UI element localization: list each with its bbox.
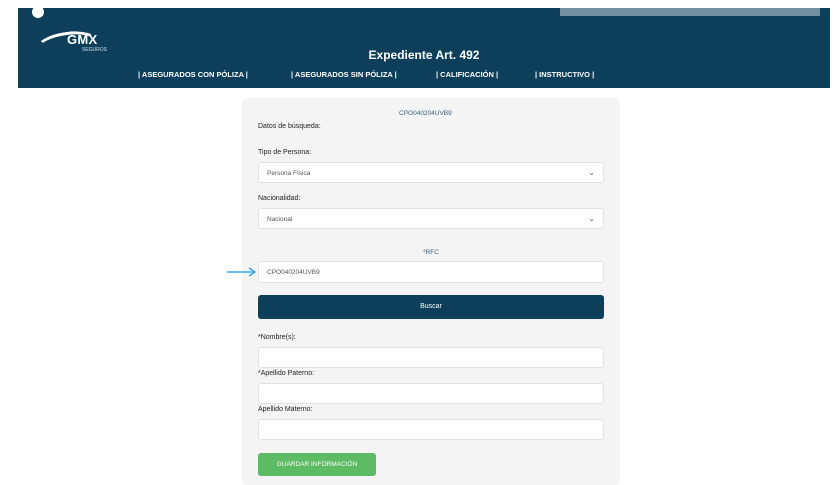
- search-data-label: Datos de búsqueda:: [258, 123, 321, 130]
- last-name-paternal-label: *Apellido Paterno:: [258, 370, 315, 377]
- person-type-label: Tipo de Persona:: [258, 149, 312, 156]
- name-input[interactable]: [258, 347, 604, 368]
- rfc-value: CPO040204UVB9: [267, 269, 320, 276]
- nav-asegurados-con-poliza[interactable]: | ASEGURADOS CON PÓLIZA |: [138, 70, 248, 79]
- nationality-value: Nacional: [267, 216, 293, 223]
- last-name-paternal-input[interactable]: [258, 383, 604, 404]
- last-name-maternal-label: Apellido Materno:: [258, 406, 313, 413]
- save-info-button[interactable]: GUARDAR INFORMACIÓN: [258, 453, 376, 476]
- header-top-strip: [560, 8, 820, 16]
- search-form-card: CPO040204UVB9 Datos de búsqueda: Tipo de…: [242, 98, 620, 485]
- last-name-maternal-input[interactable]: [258, 419, 604, 440]
- person-type-value: Persona Física: [267, 170, 311, 177]
- app-header: GMX SEGUROS Expediente Art. 492 | ASEGUR…: [18, 6, 830, 88]
- rfc-input[interactable]: CPO040204UVB9: [258, 261, 604, 283]
- page-title: Expediente Art. 492: [368, 48, 480, 62]
- chevron-down-icon: ⌄: [588, 168, 595, 177]
- logo-text: GMX: [67, 32, 98, 47]
- search-button[interactable]: Buscar: [258, 295, 604, 319]
- nav-instructivo[interactable]: | INSTRUCTIVO |: [535, 70, 594, 79]
- person-type-select[interactable]: Persona Física ⌄: [258, 162, 604, 183]
- rfc-label: *RFC: [423, 249, 439, 256]
- logo-dot: [32, 6, 44, 18]
- nationality-select[interactable]: Nacional ⌄: [258, 208, 604, 229]
- search-code: CPO040204UVB9: [399, 110, 452, 117]
- nationality-label: Nacionalidad:: [258, 195, 301, 202]
- chevron-down-icon: ⌄: [588, 214, 595, 223]
- name-label: *Nombre(s):: [258, 334, 296, 341]
- nav-asegurados-sin-poliza[interactable]: | ASEGURADOS SIN PÓLIZA |: [291, 70, 397, 79]
- nav-calificacion[interactable]: | CALIFICACIÓN |: [436, 70, 498, 79]
- arrow-right-icon: [227, 267, 257, 277]
